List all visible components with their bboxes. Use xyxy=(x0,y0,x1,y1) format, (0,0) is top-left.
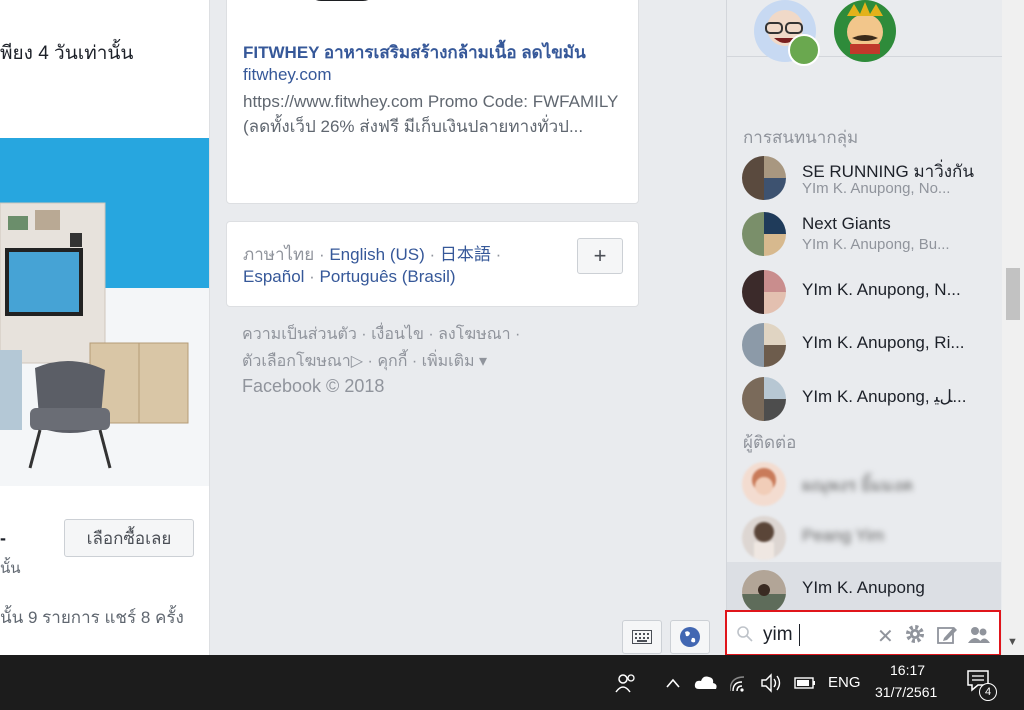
product-subtext: นั้น xyxy=(0,560,21,577)
chevron-up-icon[interactable] xyxy=(665,677,681,689)
contacts-heading: ผู้ติดต่อ xyxy=(743,433,797,452)
cloud-icon[interactable] xyxy=(694,674,718,690)
product-price: - xyxy=(0,528,6,548)
contact-name: YIm K. Anupong xyxy=(802,578,925,597)
post-text: พียง 4 วันเท่านั้น xyxy=(0,43,134,64)
search-icon xyxy=(737,626,753,642)
avatar xyxy=(754,0,820,66)
chat-search-bar[interactable]: yim ✕ xyxy=(725,610,1001,656)
sponsored-link-card[interactable]: FITWHEY อาหารเสริมสร้างกล้ามเนื้อ ลดไขมั… xyxy=(226,0,639,204)
avatar xyxy=(834,0,896,62)
contact-name: Peang Yim xyxy=(802,526,885,545)
language-link-english[interactable]: English (US) xyxy=(329,245,424,264)
avatar xyxy=(742,462,786,506)
avatar xyxy=(742,270,786,314)
chat-group-row[interactable]: YIm K. Anupong, Ri... xyxy=(727,315,1001,368)
chat-members: YIm K. Anupong, Bu... xyxy=(802,236,950,253)
notification-count-badge: 4 xyxy=(979,683,997,701)
volume-icon[interactable] xyxy=(760,673,784,693)
language-selector-card: ภาษาไทย · English (US) · 日本語 · Español ·… xyxy=(226,221,639,307)
separator: · xyxy=(304,267,320,286)
language-link-spanish[interactable]: Español xyxy=(243,267,304,286)
clear-icon[interactable]: ✕ xyxy=(877,624,894,649)
clock-time[interactable]: 16:17 xyxy=(890,662,925,678)
wifi-icon[interactable] xyxy=(730,673,752,693)
chat-name: YIm K. Anupong, ﻞﻴ... xyxy=(802,387,967,406)
keyboard-icon xyxy=(632,630,652,644)
avatar xyxy=(742,570,786,614)
copyright: Facebook © 2018 xyxy=(242,376,385,396)
link-description: https://www.fitwhey.com Promo Code: FWFA… xyxy=(243,92,619,136)
windows-taskbar: ENG 16:17 31/7/2561 4 xyxy=(0,655,1024,710)
avatar xyxy=(742,377,786,421)
separator: · xyxy=(314,245,330,264)
chat-group-row[interactable]: Next Giants YIm K. Anupong, Bu... xyxy=(727,204,1001,257)
contact-row[interactable]: Peang Yim xyxy=(727,508,1001,561)
footer-links[interactable]: ตัวเลือกโฆษณา▷ · คุกกี้ · เพิ่มเติม ▾ xyxy=(242,349,487,374)
contact-row[interactable]: ผณุพงร ยิ้มมงค xyxy=(727,454,1001,507)
contact-row-selected[interactable]: YIm K. Anupong xyxy=(727,562,1001,615)
avatar xyxy=(742,156,786,200)
create-group-icon[interactable] xyxy=(967,624,991,646)
shop-now-button[interactable]: เลือกซื้อเลย xyxy=(64,519,194,557)
chat-name: Next Giants xyxy=(802,214,891,233)
separator: · xyxy=(490,245,502,264)
group-conversations-heading: การสนทนากลุ่ม xyxy=(743,128,859,147)
chat-name: YIm K. Anupong, Ri... xyxy=(802,333,965,352)
link-thumbnail xyxy=(307,0,377,1)
avatar xyxy=(742,212,786,256)
story-avatar[interactable] xyxy=(832,0,902,73)
scrollbar-thumb[interactable] xyxy=(1006,268,1020,320)
separator: · xyxy=(424,245,440,264)
language-row: ภาษาไทย · English (US) · 日本語 · xyxy=(243,240,501,268)
clock-date[interactable]: 31/7/2561 xyxy=(875,684,937,700)
chat-group-row[interactable]: YIm K. Anupong, ﻞﻴ... xyxy=(727,369,1001,422)
chat-group-row[interactable]: YIm K. Anupong, N... xyxy=(727,262,1001,315)
chat-group-row[interactable]: SE RUNNING มาวิ่งกัน YIm K. Anupong, No.… xyxy=(727,148,1001,201)
contact-name: ผณุพงร ยิ้มมงค xyxy=(802,476,914,495)
gear-icon[interactable] xyxy=(904,623,926,645)
people-icon[interactable] xyxy=(615,672,637,694)
keyboard-button[interactable] xyxy=(622,620,662,654)
footer-links[interactable]: ความเป็นส่วนตัว · เงื่อนไข · ลงโฆษณา · xyxy=(242,322,520,347)
avatar xyxy=(742,323,786,367)
link-domain[interactable]: fitwhey.com xyxy=(243,65,332,85)
language-row: Español · Português (Brasil) xyxy=(243,267,456,287)
language-link-japanese[interactable]: 日本語 xyxy=(440,245,491,264)
scroll-down-arrow[interactable]: ▼ xyxy=(1007,636,1018,648)
more-languages-button[interactable]: + xyxy=(577,238,623,274)
story-avatar[interactable] xyxy=(752,0,822,73)
battery-icon[interactable] xyxy=(792,675,816,691)
scrollbar[interactable] xyxy=(1002,0,1024,655)
language-link-portuguese[interactable]: Português (Brasil) xyxy=(320,267,456,286)
input-language[interactable]: ENG xyxy=(828,674,861,691)
post-stats[interactable]: นั้น 9 รายการ แชร์ 8 ครั้ง xyxy=(0,604,184,631)
compose-icon[interactable] xyxy=(936,624,958,646)
promo-image[interactable] xyxy=(0,138,209,486)
text-cursor xyxy=(799,624,800,646)
feed-post-card: พียง 4 วันเท่านั้น - นั้น เลือกซื้อเลย น… xyxy=(0,0,210,655)
language-globe-button[interactable] xyxy=(670,620,710,654)
avatar xyxy=(742,516,786,560)
search-input[interactable]: yim xyxy=(763,624,793,646)
current-language: ภาษาไทย xyxy=(243,245,315,264)
link-title[interactable]: FITWHEY อาหารเสริมสร้างกล้ามเนื้อ ลดไขมั… xyxy=(243,39,627,66)
globe-icon xyxy=(680,627,700,647)
chat-name: YIm K. Anupong, N... xyxy=(802,280,961,299)
chat-members: YIm K. Anupong, No... xyxy=(802,180,951,197)
